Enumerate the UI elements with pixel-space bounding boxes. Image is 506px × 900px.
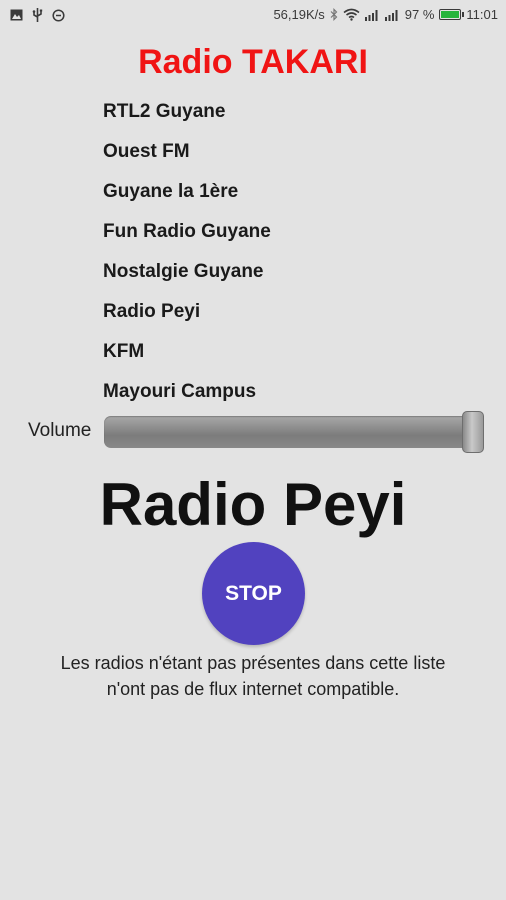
app-title: Radio TAKARI	[138, 43, 368, 81]
image-icon	[10, 9, 23, 21]
sync-icon	[52, 8, 65, 22]
network-speed: 56,19K/s	[273, 7, 325, 22]
battery-tip	[462, 12, 465, 17]
footnote-line-2: n'ont pas de flux internet compatible.	[106, 679, 400, 699]
volume-label: Volume	[28, 420, 92, 441]
status-bar: 56,19K/s 97 % 11:01	[0, 0, 506, 32]
footnote: Les radios n'étant pas présentes dans ce…	[0, 650, 506, 702]
station-item-rtl2-guyane[interactable]: RTL2 Guyane	[103, 96, 271, 136]
station-item-mayouri-campus[interactable]: Mayouri Campus	[103, 376, 271, 416]
station-item-kfm[interactable]: KFM	[103, 336, 271, 376]
status-left-icons	[10, 8, 65, 22]
battery-percent: 97 %	[404, 7, 435, 22]
station-list: RTL2 Guyane Ouest FM Guyane la 1ère Fun …	[103, 96, 271, 416]
station-item-ouest-fm[interactable]: Ouest FM	[103, 136, 271, 176]
status-right: 56,19K/s 97 % 11:01	[273, 7, 498, 22]
station-item-nostalgie-guyane[interactable]: Nostalgie Guyane	[103, 256, 271, 296]
signal-icon-2	[384, 9, 400, 21]
wifi-icon	[343, 8, 360, 21]
footnote-line-1: Les radios n'étant pas présentes dans ce…	[60, 653, 446, 673]
now-playing-title: Radio Peyi	[99, 471, 407, 538]
station-item-radio-peyi[interactable]: Radio Peyi	[103, 296, 271, 336]
volume-slider-thumb[interactable]	[462, 411, 484, 453]
stop-button[interactable]: STOP	[202, 542, 305, 645]
usb-icon	[32, 8, 43, 22]
station-item-fun-radio-guyane[interactable]: Fun Radio Guyane	[103, 216, 271, 256]
signal-icon-1	[364, 9, 380, 21]
station-item-guyane-la-1ere[interactable]: Guyane la 1ère	[103, 176, 271, 216]
bluetooth-icon	[330, 8, 338, 21]
volume-slider[interactable]	[104, 411, 484, 453]
battery-fill	[441, 11, 459, 18]
battery-icon	[439, 9, 465, 20]
clock: 11:01	[466, 7, 498, 22]
